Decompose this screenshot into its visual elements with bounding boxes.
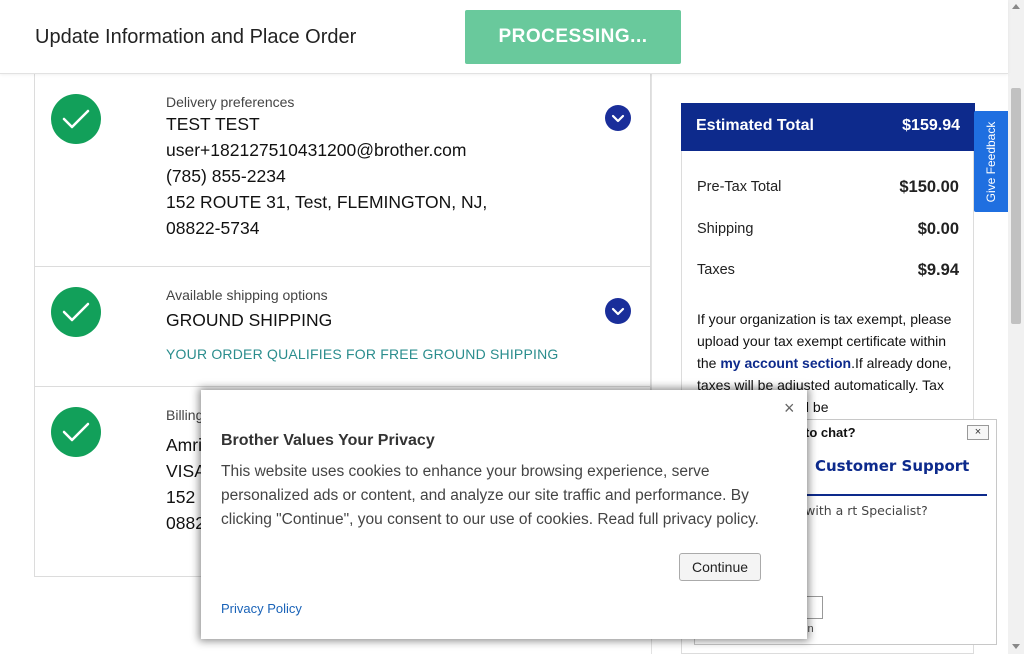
delivery-address-line1: 152 ROUTE 31, Test, FLEMINGTON, NJ, bbox=[166, 192, 488, 212]
shipping-cost-value: $0.00 bbox=[917, 220, 959, 238]
delivery-email: user+182127510431200@brother.com bbox=[166, 140, 467, 160]
estimated-total-value: $159.94 bbox=[902, 117, 960, 134]
delivery-section: Delivery preferences TEST TEST user+1821… bbox=[35, 74, 650, 267]
estimated-total-header: Estimated Total $159.94 bbox=[681, 103, 975, 151]
page-scrollbar[interactable] bbox=[1008, 0, 1024, 654]
shipping-cost-label: Shipping bbox=[697, 221, 754, 237]
scroll-up-arrow[interactable] bbox=[1012, 4, 1020, 9]
delivery-details: TEST TEST user+182127510431200@brother.c… bbox=[166, 111, 487, 241]
shipping-section: Available shipping options GROUND SHIPPI… bbox=[35, 267, 650, 387]
continue-button[interactable]: Continue bbox=[679, 553, 761, 581]
shipping-method: GROUND SHIPPING bbox=[166, 310, 333, 330]
scroll-thumb[interactable] bbox=[1011, 88, 1021, 324]
close-icon[interactable]: × bbox=[784, 398, 795, 419]
processing-button[interactable]: PROCESSING... bbox=[465, 10, 681, 64]
delivery-label: Delivery preferences bbox=[166, 94, 295, 110]
delivery-phone: (785) 855-2234 bbox=[166, 166, 286, 186]
chevron-down-icon[interactable] bbox=[605, 105, 631, 131]
taxes-value: $9.94 bbox=[917, 261, 959, 279]
my-account-link[interactable]: my account section bbox=[720, 355, 851, 371]
chat-support-title: Customer Support bbox=[815, 457, 970, 475]
check-icon bbox=[51, 287, 101, 337]
billing-address-line2: 0882 bbox=[166, 513, 205, 533]
shipping-label: Available shipping options bbox=[166, 287, 328, 303]
chat-title: to chat? bbox=[805, 425, 856, 440]
give-feedback-tab[interactable]: Give Feedback bbox=[974, 111, 1008, 212]
privacy-modal-body: This website uses cookies to enhance you… bbox=[221, 463, 759, 528]
privacy-policy-link[interactable]: Privacy Policy bbox=[221, 601, 302, 616]
give-feedback-label: Give Feedback bbox=[984, 121, 998, 202]
billing-details: Amri VISA 152 0882 bbox=[166, 432, 206, 536]
page-title: Update Information and Place Order bbox=[35, 26, 357, 48]
chat-close-button[interactable]: × bbox=[967, 425, 989, 440]
pretax-value: $150.00 bbox=[899, 178, 959, 196]
privacy-modal-title: Brother Values Your Privacy bbox=[221, 432, 435, 449]
privacy-modal: × Brother Values Your Privacy This websi… bbox=[201, 390, 807, 639]
delivery-address-line2: 08822-5734 bbox=[166, 218, 260, 238]
estimated-total-label: Estimated Total bbox=[696, 117, 814, 134]
delivery-name: TEST TEST bbox=[166, 114, 260, 134]
taxes-label: Taxes bbox=[697, 262, 735, 278]
chevron-down-icon[interactable] bbox=[605, 298, 631, 324]
billing-label: Billing bbox=[166, 407, 204, 423]
scroll-down-arrow[interactable] bbox=[1012, 644, 1020, 649]
check-icon bbox=[51, 407, 101, 457]
top-bar: Update Information and Place Order PROCE… bbox=[0, 0, 1008, 74]
pretax-label: Pre-Tax Total bbox=[697, 179, 782, 195]
billing-card: VISA bbox=[166, 461, 206, 481]
billing-name: Amri bbox=[166, 435, 202, 455]
billing-address-line1: 152 bbox=[166, 487, 196, 507]
check-icon bbox=[51, 94, 101, 144]
free-shipping-note: YOUR ORDER QUALIFIES FOR FREE GROUND SHI… bbox=[166, 346, 559, 362]
